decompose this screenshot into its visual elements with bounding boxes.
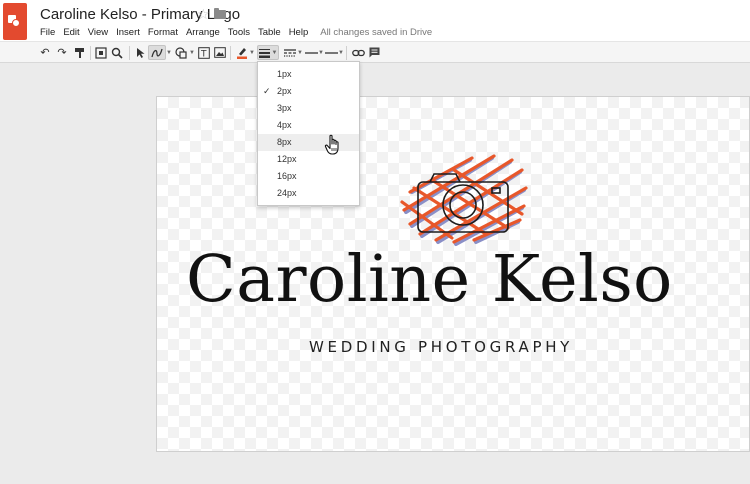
select-icon[interactable] <box>134 45 148 60</box>
brand-name-text[interactable]: Caroline Kelso <box>186 247 673 312</box>
comment-icon[interactable] <box>367 45 381 60</box>
menu-help[interactable]: Help <box>285 27 313 38</box>
line-end-icon[interactable] <box>324 45 338 60</box>
menu-bar: File Edit View Insert Format Arrange Too… <box>36 25 432 39</box>
line-weight-option-24px[interactable]: 24px <box>258 185 359 202</box>
zoom-icon[interactable] <box>110 45 124 60</box>
menu-edit[interactable]: Edit <box>59 27 83 38</box>
document-title[interactable]: Caroline Kelso - Primary Logo <box>40 6 240 23</box>
hand-cursor-icon <box>324 134 339 155</box>
drawings-app: Caroline Kelso - Primary Logo ☆ File Edi… <box>0 0 750 484</box>
folder-icon[interactable] <box>214 8 226 19</box>
brand-tagline-text[interactable]: WEDDING PHOTOGRAPHY <box>309 338 573 356</box>
shape-caret-icon[interactable]: ▼ <box>189 45 195 60</box>
line-weight-option-1px[interactable]: 1px <box>258 66 359 83</box>
scribbled-camera-icon[interactable] <box>392 152 532 248</box>
menu-view[interactable]: View <box>84 27 112 38</box>
paint-format-icon[interactable] <box>72 45 86 60</box>
svg-text:T: T <box>200 49 207 59</box>
line-dash-icon[interactable] <box>283 45 297 60</box>
line-caret-icon[interactable]: ▼ <box>166 45 172 60</box>
line-icon[interactable] <box>148 45 166 60</box>
line-weight-icon[interactable]: ▼ <box>257 45 279 60</box>
menu-format[interactable]: Format <box>144 27 182 38</box>
link-icon[interactable] <box>351 45 365 60</box>
line-end-caret-icon[interactable]: ▼ <box>338 45 344 60</box>
save-status[interactable]: All changes saved in Drive <box>312 27 432 38</box>
text-box-icon[interactable]: T <box>197 45 211 60</box>
checkmark-icon: ✓ <box>263 86 271 96</box>
drawings-logo-icon[interactable] <box>3 3 27 40</box>
shape-icon[interactable] <box>174 45 188 60</box>
menu-tools[interactable]: Tools <box>224 27 254 38</box>
toolbar: ↶ ↷ ▼ ▼ T ▼ ▼ ▼ ▼ ▼ <box>0 41 750 63</box>
undo-icon[interactable]: ↶ <box>38 45 52 60</box>
app-header: Caroline Kelso - Primary Logo ☆ File Edi… <box>0 0 750 41</box>
line-color-icon[interactable] <box>235 45 249 60</box>
menu-arrange[interactable]: Arrange <box>182 27 224 38</box>
line-weight-dropdown: 1px ✓ 2px 3px 4px 8px 12px 16px 24px <box>257 61 360 206</box>
line-weight-option-16px[interactable]: 16px <box>258 168 359 185</box>
menu-insert[interactable]: Insert <box>112 27 144 38</box>
line-dash-caret-icon[interactable]: ▼ <box>297 45 303 60</box>
line-color-caret-icon[interactable]: ▼ <box>249 45 255 60</box>
fit-icon[interactable] <box>94 45 108 60</box>
line-weight-option-4px[interactable]: 4px <box>258 117 359 134</box>
image-icon[interactable] <box>213 45 227 60</box>
menu-file[interactable]: File <box>36 27 59 38</box>
line-weight-option-2px[interactable]: ✓ 2px <box>258 83 359 100</box>
menu-table[interactable]: Table <box>254 27 285 38</box>
line-start-icon[interactable] <box>304 45 318 60</box>
star-icon[interactable]: ☆ <box>197 6 210 23</box>
line-weight-option-3px[interactable]: 3px <box>258 100 359 117</box>
redo-icon[interactable]: ↷ <box>55 45 69 60</box>
